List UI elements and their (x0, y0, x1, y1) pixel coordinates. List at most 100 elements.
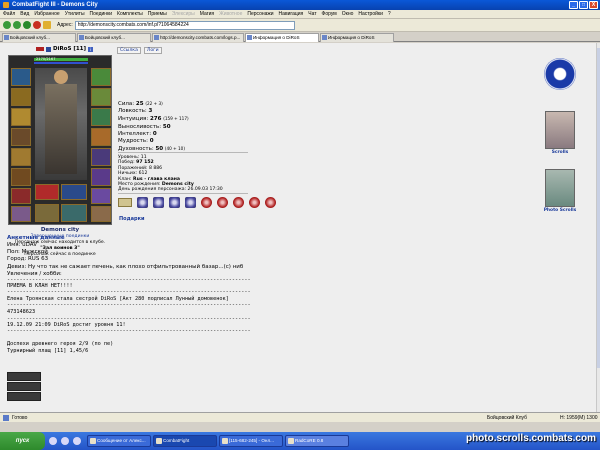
effect-icon-2[interactable] (217, 197, 228, 208)
potion-icon-2[interactable] (153, 197, 164, 208)
menu-file[interactable]: Файл (3, 11, 15, 17)
scrolls-block: Scrolls (542, 111, 578, 155)
slot-potion-2[interactable] (61, 184, 87, 200)
link-button[interactable]: Ссылка (117, 47, 141, 54)
stop-icon[interactable] (33, 21, 41, 29)
menu-sets[interactable]: Комплекты (117, 11, 143, 17)
info-block: Уровень: 11 Побед: 97 152 Поражений: 8 8… (118, 155, 223, 193)
address-input[interactable]: http://demonscity.combats.com/inf.pl?106… (74, 20, 295, 30)
logs-button[interactable]: Логи (143, 47, 162, 54)
potion-icon-1[interactable] (137, 197, 148, 208)
counter-badge-1[interactable] (7, 372, 41, 381)
menu-help[interactable]: ? (388, 11, 391, 17)
close-button[interactable]: X (589, 1, 598, 9)
menu-elixirs: Элексиры (171, 11, 195, 17)
minimize-button[interactable]: _ (569, 1, 578, 9)
slot-potion-1[interactable] (35, 184, 59, 200)
menu-window[interactable]: Окно (342, 11, 354, 17)
slot-helmet[interactable] (11, 68, 31, 86)
effect-icon-3[interactable] (233, 197, 244, 208)
menu-utilities[interactable]: Утилиты (65, 11, 85, 17)
clan-emblem-block (542, 58, 578, 90)
slot-scroll-2[interactable] (61, 204, 87, 222)
clan-icon[interactable] (46, 46, 51, 52)
photo-scrolls-label[interactable]: Photo Scrolls (542, 208, 578, 213)
menu-techniques[interactable]: Приемы (148, 11, 167, 17)
scrolls-icon[interactable] (545, 111, 575, 149)
slot-bracers[interactable] (11, 168, 31, 186)
mana-bar (34, 62, 88, 64)
info-icon[interactable]: i (88, 46, 94, 52)
menu-settings[interactable]: Настройки (358, 11, 383, 17)
slot-pants[interactable] (91, 168, 111, 186)
slot-ring-1[interactable] (91, 88, 111, 106)
window-controls: _ □ X (569, 1, 598, 9)
slot-amulet[interactable] (11, 88, 31, 106)
slot-ring-2[interactable] (91, 108, 111, 126)
refresh-icon[interactable] (23, 21, 31, 29)
menu-pet: Животное (219, 11, 243, 17)
menu-navigation[interactable]: Навигация (279, 11, 304, 17)
tab-logs[interactable]: http://demonscity.combats.com/logs.p... (152, 33, 244, 42)
quicklaunch-icon-3[interactable] (73, 437, 81, 445)
menu-view[interactable]: Вид (20, 11, 29, 17)
slot-belt[interactable] (11, 148, 31, 166)
effect-icon-4[interactable] (249, 197, 260, 208)
slot-boots[interactable] (91, 188, 111, 204)
counter-badge-2[interactable] (7, 382, 41, 391)
task-message[interactable]: Сообщение от Алекс... (87, 435, 151, 447)
effect-icon-1[interactable] (201, 197, 212, 208)
slot-armor[interactable] (11, 128, 31, 146)
window-title: CombatFight III - Demons City (12, 2, 98, 8)
slot-earrings[interactable] (91, 68, 111, 86)
tab-club-1[interactable]: Бойцовский клуб... (2, 33, 76, 42)
status-text: Готово (12, 414, 28, 421)
status-mem: Н: 1959(М) 1300 (560, 414, 598, 421)
effect-icon-5[interactable] (265, 197, 276, 208)
character-title: DiRoS [11] i (36, 46, 94, 52)
tab-club-2[interactable]: Бойцовский клуб... (77, 33, 151, 42)
tab-info-active[interactable]: Информация о DiRoS (245, 33, 319, 42)
address-label: Адрес: (57, 22, 73, 28)
maximize-button[interactable]: □ (579, 1, 588, 9)
profile-motto: Девиз: Ну что так не сажает печень, как … (7, 263, 244, 270)
crab-emblem-icon[interactable] (544, 58, 576, 90)
quicklaunch-icon-2[interactable] (61, 437, 69, 445)
gifts-link[interactable]: Подарки (119, 216, 145, 222)
slot-gloves[interactable] (91, 128, 111, 146)
forward-icon[interactable] (13, 21, 21, 29)
scroll-icon[interactable] (118, 198, 132, 207)
home-icon[interactable] (43, 21, 51, 29)
page-scrollbar[interactable] (596, 43, 600, 412)
menu-favorites[interactable]: Избранное (34, 11, 59, 17)
counter-badge-3[interactable] (7, 392, 41, 401)
slot-scroll-1[interactable] (35, 204, 59, 222)
slot-weapon[interactable] (11, 108, 31, 126)
slot-extra[interactable] (91, 206, 111, 222)
task-combatfight[interactable]: CombatFight (153, 435, 217, 447)
window-titlebar: CombatFight III - Demons City _ □ X (0, 0, 600, 10)
task-icq[interactable]: [115-682-245] - Онл... (219, 435, 283, 447)
task-radcore[interactable]: RadCoRE 0.8 (285, 435, 349, 447)
menu-fights[interactable]: Поединки (90, 11, 113, 17)
profile-block: Имя: uDAV Пол: Мужской Город: RUS 63 Дев… (7, 242, 243, 278)
tab-bar: Бойцовский клуб... Бойцовский клуб... ht… (0, 32, 600, 42)
status-zone: Бойцовский Клуб (487, 414, 527, 421)
menu-magic[interactable]: Магия (200, 11, 214, 17)
photo-scrolls-icon[interactable] (545, 169, 575, 207)
menu-characters[interactable]: Персонажи (247, 11, 273, 17)
tab-info-2[interactable]: Информация о DiRoS (320, 33, 394, 42)
potion-icon-4[interactable] (185, 197, 196, 208)
menu-chat[interactable]: Чат (308, 11, 316, 17)
slot-rune-1[interactable] (11, 188, 31, 204)
menu-forum[interactable]: Форум (322, 11, 337, 17)
quicklaunch-icon-1[interactable] (49, 437, 57, 445)
hp-value: 2170/2167 (36, 57, 56, 61)
slot-rune-2[interactable] (11, 206, 31, 222)
back-icon[interactable] (3, 21, 11, 29)
slot-shield[interactable] (91, 148, 111, 166)
start-button[interactable]: пуск (0, 432, 45, 450)
status-bar: Готово Бойцовский Клуб Н: 1959(М) 1300 (0, 412, 600, 422)
potion-icon-3[interactable] (169, 197, 180, 208)
scrolls-label[interactable]: Scrolls (542, 150, 578, 155)
